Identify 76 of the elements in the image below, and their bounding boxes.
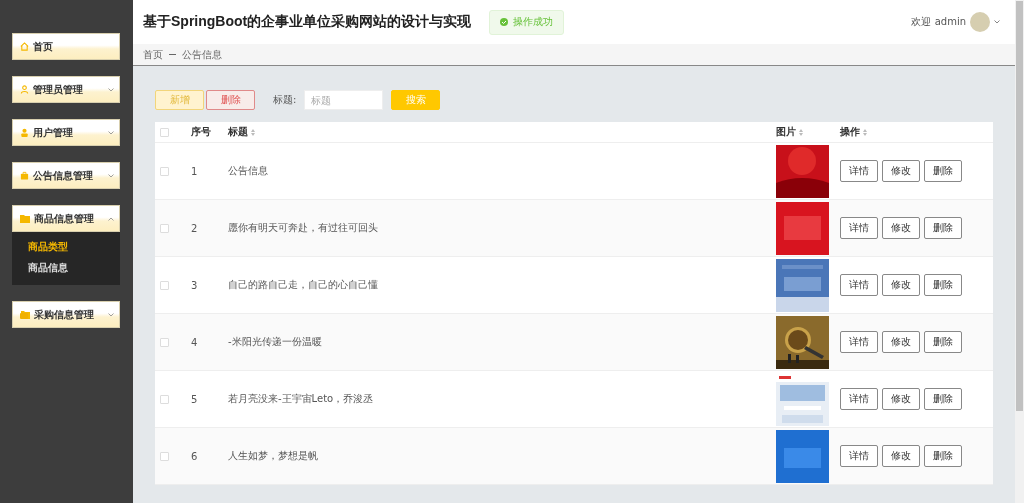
checkbox[interactable] [160, 166, 169, 176]
delete-button[interactable]: 删除 [924, 274, 962, 296]
index-cell: 1 [191, 165, 198, 177]
welcome-text: 欢迎 admin [911, 15, 966, 29]
detail-button[interactable]: 详情 [840, 445, 878, 467]
detail-button[interactable]: 详情 [840, 160, 878, 182]
menu-label: 公告信息管理 [33, 168, 94, 183]
submenu-item[interactable]: 商品类型 [28, 240, 68, 254]
scrollbar[interactable] [1015, 0, 1024, 503]
checkbox[interactable] [160, 223, 169, 233]
edit-button[interactable]: 修改 [882, 331, 920, 353]
check-circle-icon [500, 18, 509, 26]
index-cell: 6 [191, 450, 198, 462]
menu-label: 采购信息管理 [34, 307, 95, 322]
search-label: 标题: [273, 93, 297, 107]
edit-button[interactable]: 修改 [882, 445, 920, 467]
site-title: 基于SpringBoot的企事业单位采购网站的设计与实现 [143, 13, 472, 31]
checkbox[interactable] [160, 337, 169, 347]
index-cell: 5 [191, 393, 198, 405]
submenu-item[interactable]: 商品信息 [28, 261, 68, 275]
toast-text: 操作成功 [513, 15, 554, 29]
breadcrumb-item[interactable]: 首页 [143, 47, 163, 62]
index-cell: 3 [191, 279, 198, 291]
menu-item[interactable]: 用户管理 [12, 119, 120, 146]
menu-item[interactable]: 商品信息管理 [12, 205, 120, 232]
edit-button[interactable]: 修改 [882, 217, 920, 239]
sort-icon[interactable] [863, 128, 867, 136]
checkbox[interactable] [160, 451, 169, 461]
menu-label: 管理员管理 [33, 82, 84, 97]
user-icon [20, 85, 29, 94]
title-cell: 愿你有明天可奔赴，有过往可回头 [228, 221, 378, 235]
avatar[interactable] [970, 12, 990, 32]
menu-item[interactable]: 公告信息管理 [12, 162, 120, 189]
title-cell: 若月亮没来-王宇宙Leto，乔浚丞 [228, 392, 374, 406]
checkbox[interactable] [160, 280, 169, 290]
checkbox[interactable] [160, 127, 169, 137]
folder-icon [20, 214, 30, 223]
delete-button[interactable]: 删除 [924, 331, 962, 353]
title-cell: 自己的路自己走，自己的心自己懂 [228, 278, 378, 292]
breadcrumb-item: 公告信息 [182, 47, 222, 62]
dash-icon [169, 53, 176, 56]
chevron-down-icon[interactable] [994, 20, 1000, 24]
edit-button[interactable]: 修改 [882, 160, 920, 182]
index-cell: 2 [191, 222, 198, 234]
briefcase-icon [20, 171, 29, 180]
search-field[interactable]: 标题 [304, 90, 384, 110]
menu-label: 首页 [33, 39, 54, 54]
delete-button[interactable]: 删除 [924, 160, 962, 182]
title-cell: 人生如梦，梦想是帆 [228, 449, 318, 463]
edit-button[interactable]: 修改 [882, 274, 920, 296]
delete-button[interactable]: 删除 [924, 445, 962, 467]
delete-button[interactable]: 删除 [924, 217, 962, 239]
sort-icon[interactable] [799, 128, 803, 136]
detail-button[interactable]: 详情 [840, 388, 878, 410]
column-label: 序号 [191, 125, 211, 139]
menu-label: 用户管理 [33, 125, 74, 140]
detail-button[interactable]: 详情 [840, 217, 878, 239]
title-cell: 公告信息 [228, 164, 268, 178]
menu-item[interactable]: 采购信息管理 [12, 301, 120, 328]
title-cell: -米阳光传递一份温暖 [228, 335, 322, 349]
column-label: 操作 [840, 125, 860, 139]
column-label: 图片 [776, 125, 796, 139]
detail-button[interactable]: 详情 [840, 331, 878, 353]
detail-button[interactable]: 详情 [840, 274, 878, 296]
menu-item[interactable]: 首页 [12, 33, 120, 60]
edit-button[interactable]: 修改 [882, 388, 920, 410]
delete-button[interactable]: 删除 [924, 388, 962, 410]
home-icon [20, 42, 29, 51]
person-icon [20, 128, 29, 137]
index-cell: 4 [191, 336, 198, 348]
folder-icon [20, 310, 30, 319]
sort-icon[interactable] [251, 128, 255, 136]
column-label: 标题 [228, 125, 248, 139]
menu-label: 商品信息管理 [34, 211, 95, 226]
checkbox[interactable] [160, 394, 169, 404]
menu-item[interactable]: 管理员管理 [12, 76, 120, 103]
